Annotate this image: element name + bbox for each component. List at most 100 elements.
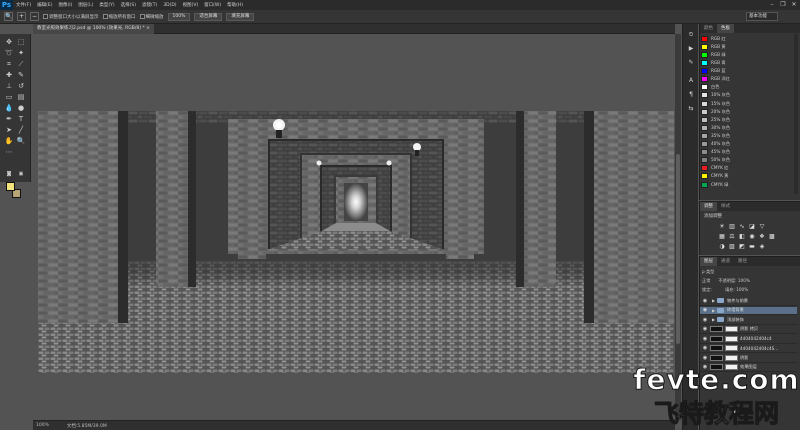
swatch-item[interactable]: 35% 灰色 xyxy=(701,132,791,140)
swatch-item[interactable]: 15% 灰色 xyxy=(701,100,791,108)
scrollbar-thumb[interactable] xyxy=(676,154,680,344)
layer-row[interactable]: ◉ 阴影 拷贝 xyxy=(700,326,797,334)
color-lookup-icon[interactable]: ▩ xyxy=(768,233,776,241)
blur-tool-icon[interactable]: 💧 xyxy=(4,103,14,113)
swatch-item[interactable]: 25% 灰色 xyxy=(701,116,791,124)
menu-select[interactable]: 选择(S) xyxy=(118,2,139,8)
menu-window[interactable]: 窗口(W) xyxy=(201,2,224,8)
layer-group-row[interactable]: ◉ ▶ 物件与前景 xyxy=(700,297,797,306)
zoom-all-windows-checkbox[interactable]: 缩放所有窗口 xyxy=(102,13,136,20)
marquee-tool-icon[interactable]: ⬚ xyxy=(16,37,26,47)
brush-tool-icon[interactable]: ✎ xyxy=(16,70,26,80)
menu-filter[interactable]: 滤镜(T) xyxy=(139,2,160,8)
vibrance-icon[interactable]: ▽ xyxy=(758,223,766,231)
zoom-in-icon[interactable]: + xyxy=(17,12,26,21)
paragraph-panel-icon[interactable]: ¶ xyxy=(686,90,696,99)
threshold-icon[interactable]: ◩ xyxy=(738,243,746,251)
posterize-icon[interactable]: ▨ xyxy=(728,243,736,251)
quick-mask-icon[interactable]: ◙ xyxy=(4,169,14,179)
fill-field[interactable]: 填充: 100% xyxy=(725,287,748,292)
swatch-item[interactable]: 20% 灰色 xyxy=(701,108,791,116)
layer-mask-thumbnail[interactable] xyxy=(725,326,738,333)
visibility-eye-icon[interactable]: ◉ xyxy=(702,317,708,323)
healing-brush-tool-icon[interactable]: ✚ xyxy=(4,70,14,80)
move-tool-icon[interactable]: ✥ xyxy=(4,37,14,47)
menu-file[interactable]: 文件(F) xyxy=(13,2,34,8)
hue-saturation-icon[interactable]: ▦ xyxy=(718,233,726,241)
tab-styles[interactable]: 样式 xyxy=(717,202,734,211)
photo-filter-icon[interactable]: ◉ xyxy=(748,233,756,241)
document-tab[interactable]: 教室光照效果练习2.psd @ 100% (效果光, RGB/8) * × xyxy=(33,24,154,34)
visibility-eye-icon[interactable]: ◉ xyxy=(702,307,708,313)
history-brush-tool-icon[interactable]: ↺ xyxy=(16,81,26,91)
history-panel-icon[interactable]: ⏲ xyxy=(686,30,696,39)
scrubby-zoom-checkbox[interactable]: 细微缩放 xyxy=(139,13,164,20)
levels-icon[interactable]: ▥ xyxy=(728,223,736,231)
type-tool-icon[interactable]: T xyxy=(16,114,26,124)
swatch-item[interactable]: CMYK 绿 xyxy=(701,181,791,189)
swatch-item[interactable]: CMYK 黄 xyxy=(701,173,791,181)
swatch-item[interactable]: RGB 蓝 xyxy=(701,67,791,75)
swatch-item[interactable]: 30% 灰色 xyxy=(701,124,791,132)
foreground-color-swatch[interactable] xyxy=(6,182,15,191)
swatch-item[interactable]: RGB 洋红 xyxy=(701,76,791,84)
menu-view[interactable]: 视图(V) xyxy=(180,2,202,8)
layer-row[interactable]: ◉ 4404042404c4S... xyxy=(700,345,797,353)
crop-tool-icon[interactable]: ⌗ xyxy=(4,59,14,69)
visibility-eye-icon[interactable]: ◉ xyxy=(702,345,708,351)
swatch-item[interactable]: 45% 灰色 xyxy=(701,148,791,156)
blend-mode-row[interactable]: 正常 不透明度: 100% xyxy=(702,277,794,284)
expand-arrow-icon[interactable]: ▶ xyxy=(711,298,716,303)
line-tool-icon[interactable]: ╱ xyxy=(16,125,26,135)
visibility-eye-icon[interactable]: ◉ xyxy=(702,355,708,361)
workspace-select[interactable]: 基本功能 xyxy=(746,12,778,21)
layer-group-row[interactable]: ◉ ▶ 顶部装饰 xyxy=(700,316,797,325)
minimize-button[interactable]: – xyxy=(768,1,776,8)
screen-mode-icon[interactable]: ▣ xyxy=(16,169,26,179)
invert-icon[interactable]: ◑ xyxy=(718,243,726,251)
canvas-area[interactable] xyxy=(33,34,675,420)
fit-screen-button[interactable]: 适合屏幕 xyxy=(194,12,223,21)
layer-group-row[interactable]: ◉ ▶ 砖墙背景 xyxy=(700,306,797,315)
layer-row[interactable]: ◉ 阴影 xyxy=(700,354,797,363)
channel-mixer-icon[interactable]: ❖ xyxy=(758,233,766,241)
visibility-eye-icon[interactable]: ◉ xyxy=(702,298,708,304)
magic-wand-tool-icon[interactable]: ✦ xyxy=(16,48,26,58)
tab-swatches[interactable]: 色板 xyxy=(717,24,734,33)
expand-arrow-icon[interactable]: ▶ xyxy=(711,317,716,322)
tab-layers[interactable]: 图层 xyxy=(700,257,717,266)
menu-image[interactable]: 图像(I) xyxy=(55,2,75,8)
expand-arrow-icon[interactable]: ▶ xyxy=(711,308,716,313)
layer-mask-thumbnail[interactable] xyxy=(725,335,738,342)
opacity-field[interactable]: 不透明度: 100% xyxy=(718,278,749,283)
actual-pixels-button[interactable]: 100% xyxy=(167,12,191,21)
zoom-level[interactable]: 100% xyxy=(36,423,49,428)
layer-mask-thumbnail[interactable] xyxy=(725,345,738,352)
swatch-item[interactable]: 50% 灰色 xyxy=(701,157,791,165)
swatch-item[interactable]: RGB 红 xyxy=(701,35,791,43)
swatch-item[interactable]: 40% 灰色 xyxy=(701,140,791,148)
resize-windows-checkbox[interactable]: 调整窗口大小以满屏显示 xyxy=(43,13,99,20)
menu-layer[interactable]: 图层(L) xyxy=(75,2,96,8)
dodge-tool-icon[interactable]: ● xyxy=(16,103,26,113)
tab-channels[interactable]: 通道 xyxy=(717,257,734,266)
visibility-eye-icon[interactable]: ◉ xyxy=(702,326,708,332)
layer-mask-thumbnail[interactable] xyxy=(725,354,738,361)
hand-tool-icon[interactable]: ✋ xyxy=(4,136,14,146)
eraser-tool-icon[interactable]: ▭ xyxy=(4,92,14,102)
layer-row[interactable]: ◉ 4404042404c4 xyxy=(700,335,797,344)
layer-filter[interactable]: ρ 类型 xyxy=(702,268,794,275)
swatch-item[interactable]: 10% 灰色 xyxy=(701,92,791,100)
path-selection-tool-icon[interactable]: ➤ xyxy=(4,125,14,135)
actions-panel-icon[interactable]: ▶ xyxy=(686,44,696,53)
tab-color[interactable]: 颜色 xyxy=(700,24,717,33)
close-window-button[interactable]: ✕ xyxy=(790,1,798,8)
zoom-tool-preset-icon[interactable]: 🔍 xyxy=(4,12,13,21)
swatch-item[interactable]: 白色 xyxy=(701,84,791,92)
swatch-item[interactable]: RGB 绿 xyxy=(701,51,791,59)
curves-icon[interactable]: ∿ xyxy=(738,223,746,231)
swatch-item[interactable]: CMYK 红 xyxy=(701,165,791,173)
gradient-tool-icon[interactable]: ▤ xyxy=(16,92,26,102)
character-panel-icon[interactable]: A xyxy=(686,76,696,85)
swatch-item[interactable]: RGB 黄 xyxy=(701,43,791,51)
